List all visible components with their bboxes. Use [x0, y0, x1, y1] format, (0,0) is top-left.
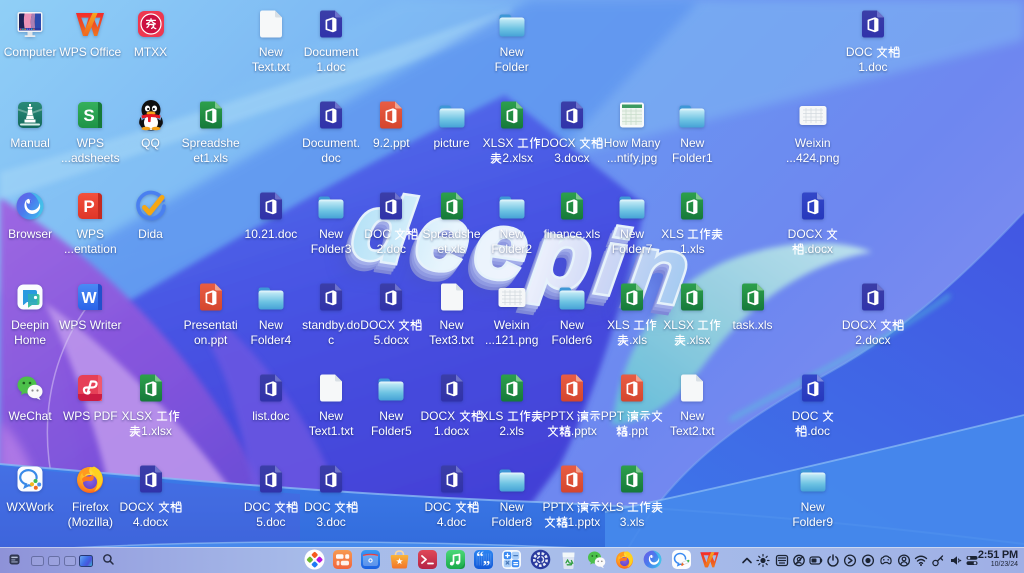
- svg-text:”: ”: [483, 559, 491, 571]
